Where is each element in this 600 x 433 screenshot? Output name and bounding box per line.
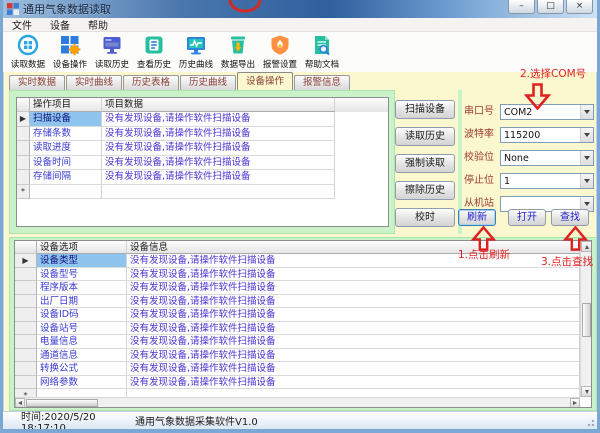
window-title: 通用气象数据读取 xyxy=(23,1,111,17)
device-operation-icon xyxy=(59,34,81,56)
window-controls: – □ × xyxy=(508,0,593,14)
menu-device[interactable]: 设备 xyxy=(41,17,79,32)
scroll-right-icon[interactable] xyxy=(570,398,580,408)
baud-select[interactable]: 115200 xyxy=(500,127,594,143)
annotation-up-arrow-icon xyxy=(563,226,588,251)
table-row[interactable]: 设备站号 没有发现设备,请操作软件扫描设备 xyxy=(15,322,591,336)
app-icon xyxy=(7,3,19,15)
menubar: 文件 设备 帮助 xyxy=(3,18,597,32)
chevron-down-icon[interactable] xyxy=(580,105,593,119)
tab-realtime-curve[interactable]: 实时曲线 xyxy=(66,75,122,90)
toolbar-view-history[interactable]: 查看历史 xyxy=(133,34,175,70)
operation-table-header: 操作项目 项目数据 xyxy=(17,98,388,112)
maximize-button[interactable]: □ xyxy=(537,0,564,14)
tab-device-operation[interactable]: 设备操作 xyxy=(237,72,293,90)
toolbar-help-doc[interactable]: 帮助文档 xyxy=(301,34,343,70)
table-row[interactable]: 通道信息 没有发现设备,请操作软件扫描设备 xyxy=(15,349,591,363)
toolbar: 读取数据 设备操作 读取历史 xyxy=(3,32,597,72)
read-data-icon xyxy=(17,34,39,56)
refresh-button[interactable]: 刷新 xyxy=(458,209,496,226)
tabstrip: 实时数据 实时曲线 历史表格 历史曲线 设备操作 报警信息 xyxy=(3,72,597,90)
view-history-icon xyxy=(143,34,165,56)
resize-grip[interactable] xyxy=(585,417,595,427)
alarm-settings-icon xyxy=(269,34,291,56)
current-row-marker: ▶ xyxy=(15,254,37,268)
table-row[interactable]: 设备ID码 没有发现设备,请操作软件扫描设备 xyxy=(15,308,591,322)
menu-file[interactable]: 文件 xyxy=(3,17,41,32)
toolbar-read-history[interactable]: 读取历史 xyxy=(91,34,133,70)
col-device-option[interactable]: 设备选项 xyxy=(37,241,127,254)
tab-history-table[interactable]: 历史表格 xyxy=(123,75,179,90)
open-button[interactable]: 打开 xyxy=(508,209,546,226)
current-row-marker: ▶ xyxy=(17,112,30,127)
history-curve-icon xyxy=(185,34,207,56)
read-history-button[interactable]: 读取历史 xyxy=(395,127,455,146)
table-row[interactable]: 设备型号 没有发现设备,请操作软件扫描设备 xyxy=(15,268,591,282)
table-row[interactable]: 转换公式 没有发现设备,请操作软件扫描设备 xyxy=(15,362,591,376)
scrollbar-thumb[interactable] xyxy=(582,303,591,337)
minimize-button[interactable]: – xyxy=(508,0,535,14)
menu-help[interactable]: 帮助 xyxy=(79,17,117,32)
close-button[interactable]: × xyxy=(566,0,593,14)
table-row[interactable]: 网络参数 没有发现设备,请操作软件扫描设备 xyxy=(15,376,591,390)
table-row[interactable]: 存储条数 没有发现设备,请操作软件扫描设备 xyxy=(17,127,388,142)
new-row-marker: * xyxy=(17,185,30,200)
read-history-icon xyxy=(101,34,123,56)
col-device-info[interactable]: 设备信息 xyxy=(127,241,580,254)
titlebar: 通用气象数据读取 – □ × xyxy=(3,0,597,18)
status-time: 时间:2020/5/20 18:17:10 xyxy=(21,408,127,433)
tab-realtime-data[interactable]: 实时数据 xyxy=(9,75,65,90)
table-row[interactable]: 设备时间 没有发现设备,请操作软件扫描设备 xyxy=(17,156,388,171)
annotation-down-arrow-icon xyxy=(524,83,551,110)
chevron-down-icon[interactable] xyxy=(580,174,593,188)
scroll-down-icon[interactable] xyxy=(581,386,592,397)
find-button[interactable]: 查找 xyxy=(551,209,589,226)
tab-alarm-info[interactable]: 报警信息 xyxy=(294,75,350,90)
stopbits-select[interactable]: 1 xyxy=(500,173,594,189)
scrollbar-thumb[interactable] xyxy=(26,399,98,407)
toolbar-device-operation[interactable]: 设备操作 xyxy=(49,34,91,70)
table-row[interactable]: ▶ 扫描设备 没有发现设备,请操作软件扫描设备 xyxy=(17,112,388,127)
operation-table: 操作项目 项目数据 ▶ 扫描设备 没有发现设备,请操作软件扫描设备 存储条数 没… xyxy=(16,97,389,227)
scan-device-button[interactable]: 扫描设备 xyxy=(395,100,455,119)
table-row[interactable]: 读取进度 没有发现设备,请操作软件扫描设备 xyxy=(17,141,388,156)
erase-history-button[interactable]: 擦除历史 xyxy=(395,181,455,200)
annotation-step2: 2.选择COM号 xyxy=(520,66,586,81)
col-item-data[interactable]: 项目数据 xyxy=(102,98,335,112)
new-row[interactable]: * xyxy=(17,185,388,200)
app-window: 通用气象数据读取 – □ × 文件 设备 帮助 读取数据 xyxy=(0,0,600,433)
toolbar-read-data[interactable]: 读取数据 xyxy=(7,34,49,70)
scroll-left-icon[interactable] xyxy=(15,398,25,408)
force-read-button[interactable]: 强制读取 xyxy=(395,154,455,173)
toolbar-data-export[interactable]: 数据导出 xyxy=(217,34,259,70)
horizontal-scrollbar[interactable] xyxy=(15,397,580,407)
table-row[interactable]: 存储间隔 没有发现设备,请操作软件扫描设备 xyxy=(17,170,388,185)
table-row[interactable]: 出厂日期 没有发现设备,请操作软件扫描设备 xyxy=(15,295,591,309)
parity-select[interactable]: None xyxy=(500,150,594,166)
toolbar-history-curve[interactable]: 历史曲线 xyxy=(175,34,217,70)
stopbits-label: 停止位 xyxy=(464,173,498,189)
chevron-down-icon[interactable] xyxy=(580,151,593,165)
status-version: 通用气象数据采集软件V1.0 xyxy=(135,413,258,428)
statusbar: 时间:2020/5/20 18:17:10 通用气象数据采集软件V1.0 xyxy=(3,411,597,429)
annotation-step3: 3.点击查找 xyxy=(541,254,593,269)
table-row[interactable]: 程序版本 没有发现设备,请操作软件扫描设备 xyxy=(15,281,591,295)
parity-label: 校验位 xyxy=(464,150,498,166)
tab-history-curve[interactable]: 历史曲线 xyxy=(180,75,236,90)
toolbar-alarm-settings[interactable]: 报警设置 xyxy=(259,34,301,70)
device-table: 设备选项 设备信息 ▶ 设备类型 没有发现设备,请操作软件扫描设备 设备型号 没… xyxy=(14,240,592,408)
annotation-step1: 1.点击刷新 xyxy=(458,247,510,262)
port-label: 串口号 xyxy=(464,104,498,120)
col-operation-item[interactable]: 操作项目 xyxy=(30,98,102,112)
table-row[interactable]: 电量信息 没有发现设备,请操作软件扫描设备 xyxy=(15,335,591,349)
data-export-icon xyxy=(227,34,249,56)
annotation-ring-icon xyxy=(225,0,265,14)
help-doc-icon xyxy=(311,34,333,56)
chevron-down-icon[interactable] xyxy=(580,128,593,142)
baud-label: 波特率 xyxy=(464,127,498,143)
time-sync-button[interactable]: 校时 xyxy=(395,208,455,227)
